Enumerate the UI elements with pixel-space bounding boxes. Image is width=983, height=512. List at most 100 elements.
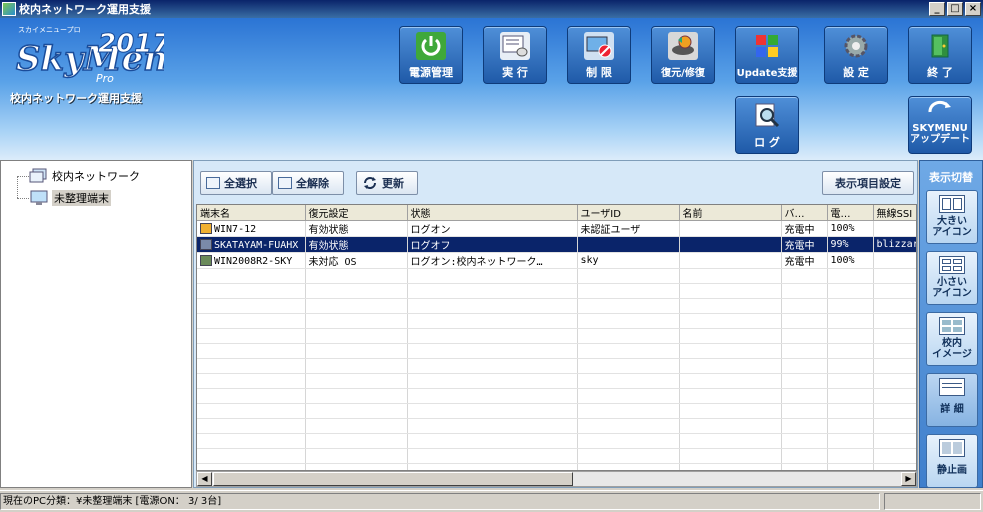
skymenu-update-button[interactable]: SKYMENU アップデート [908, 96, 972, 154]
empty-table-row [197, 343, 916, 359]
maximize-button[interactable]: □ [947, 2, 963, 16]
refresh-label: 更新 [382, 177, 404, 190]
large-icons-icon [939, 195, 965, 213]
restore-button[interactable]: 復元/修復 [651, 26, 715, 84]
table-cell-battery: 充電中 [781, 220, 828, 237]
column-header-power[interactable]: 電… [827, 205, 874, 221]
table-cell-status: ログオフ [407, 236, 578, 253]
restrict-button[interactable]: 制 限 [567, 26, 631, 84]
table-header-row: 端末名 復元設定 状態 ユーザID 名前 バ… 電… 無線SSI [197, 205, 916, 221]
title-bar: 校内ネットワーク運用支援 _ □ × [0, 0, 983, 18]
terminal-table[interactable]: 端末名 復元設定 状態 ユーザID 名前 バ… 電… 無線SSI WIN7-12… [196, 204, 917, 471]
empty-table-row [197, 418, 916, 434]
exit-label: 終 了 [927, 66, 953, 79]
refresh-button[interactable]: 更新 [356, 171, 418, 195]
scroll-left-icon[interactable]: ◀ [197, 472, 212, 486]
cell-text: 充電中 [784, 241, 815, 252]
empty-table-row [197, 373, 916, 389]
update-icon [752, 32, 782, 60]
scrollbar-thumb[interactable] [213, 472, 573, 486]
view-small-icons-button[interactable]: 小さい アイコン [926, 251, 978, 305]
deselect-all-icon [278, 177, 292, 189]
tree-item-label: 未整理端末 [52, 190, 111, 206]
cell-text: 未認証ユーザ [580, 225, 641, 236]
cell-text: ログオフ [410, 241, 451, 252]
select-all-label: 全選択 [224, 177, 257, 190]
table-row[interactable]: SKATAYAM-FUAHX 有効状態 ログオフ 充電中 99% blizzar [197, 236, 917, 253]
header-banner: スカイメニュープロ SkyMenu 2017 Pro 校内ネットワーク運用支援 … [0, 18, 983, 160]
deselect-all-button[interactable]: 全解除 [272, 171, 344, 195]
select-all-button[interactable]: 全選択 [200, 171, 272, 195]
table-cell-restore: 未対応 OS [305, 252, 408, 269]
scroll-right-icon[interactable]: ▶ [901, 472, 916, 486]
empty-table-row [197, 328, 916, 344]
view-label: 小さい アイコン [932, 277, 972, 299]
run-label: 実 行 [502, 66, 528, 79]
settings-button[interactable]: 設 定 [824, 26, 888, 84]
table-cell-status: ログオン:校内ネットワーク… [407, 252, 578, 269]
status-bar: 現在のPC分類：¥未整理端末 [電源ON： 3/ 3台] [0, 490, 983, 512]
table-row[interactable]: WIN2008R2-SKY 未対応 OS ログオン:校内ネットワーク… sky 充電中 1… [197, 252, 916, 269]
skymenu-update-label-2: アップデート [910, 134, 970, 145]
table-cell-power: 100% [827, 252, 874, 269]
column-header-user-id[interactable]: ユーザID [577, 205, 680, 221]
terminal-icon [200, 254, 212, 266]
display-settings-label: 表示項目設定 [835, 177, 901, 190]
tree-item-label: 校内ネットワーク [52, 170, 140, 183]
run-button[interactable]: 実 行 [483, 26, 547, 84]
column-header-status[interactable]: 状態 [407, 205, 578, 221]
view-details-button[interactable]: 詳 細 [926, 373, 978, 427]
view-switch-title: 表示切替 [929, 171, 973, 184]
empty-table-row [197, 433, 916, 449]
tree-item-school-network[interactable]: 校内ネットワーク [29, 167, 140, 185]
empty-table-row [197, 298, 916, 314]
terminal-icon [200, 238, 212, 250]
column-header-fullname[interactable]: 名前 [679, 205, 782, 221]
display-settings-button[interactable]: 表示項目設定 [822, 171, 914, 195]
cell-text: 充電中 [784, 225, 815, 236]
empty-table-row [197, 403, 916, 419]
column-header-name[interactable]: 端末名 [197, 205, 306, 221]
network-tree[interactable]: 校内ネットワーク 未整理端末 [0, 160, 192, 488]
cell-text: 充電中 [784, 257, 815, 268]
table-cell-battery: 充電中 [781, 252, 828, 269]
cell-text: 未対応 OS [308, 257, 357, 268]
skymenu-update-label-1: SKYMENU [912, 123, 968, 134]
cell-text: SKATAYAM-FUAHX [214, 239, 299, 251]
skymenu-update-icon [925, 100, 955, 122]
view-still-image-button[interactable]: 静止画 [926, 434, 978, 488]
column-header-battery[interactable]: バ… [781, 205, 828, 221]
status-pane-extra [884, 493, 981, 510]
log-button[interactable]: ロ グ [735, 96, 799, 154]
power-management-button[interactable]: 電源管理 [399, 26, 463, 84]
close-button[interactable]: × [965, 2, 981, 16]
view-large-icons-button[interactable]: 大きい アイコン [926, 190, 978, 244]
column-header-ssid[interactable]: 無線SSI [873, 205, 916, 221]
column-header-restore[interactable]: 復元設定 [305, 205, 408, 221]
power-management-label: 電源管理 [409, 66, 453, 79]
svg-text:2017: 2017 [98, 29, 164, 59]
empty-table-row [197, 388, 916, 404]
table-cell-fullname [679, 220, 782, 237]
exit-button[interactable]: 終 了 [908, 26, 972, 84]
empty-table-row [197, 448, 916, 464]
details-list-icon [939, 378, 965, 396]
view-school-image-button[interactable]: 校内 イメージ [926, 312, 978, 366]
cell-text: WIN2008R2-SKY [214, 255, 293, 267]
update-support-button[interactable]: Update支援 [735, 26, 799, 84]
table-cell-user: 未認証ユーザ [577, 220, 680, 237]
cell-text: blizzar [876, 239, 917, 250]
update-support-label: Update支援 [736, 68, 798, 79]
view-label: 大きい アイコン [932, 216, 972, 238]
cell-text: 100% [830, 223, 855, 234]
tree-item-unsorted-terminals[interactable]: 未整理端末 [29, 189, 111, 207]
table-row[interactable]: WIN7-12 有効状態 ログオン 未認証ユーザ 充電中 100% [197, 220, 916, 237]
network-computer-icon [29, 168, 47, 183]
restrict-icon [584, 32, 614, 60]
horizontal-scrollbar[interactable]: ◀ ▶ [196, 471, 917, 487]
minimize-button[interactable]: _ [929, 2, 945, 16]
view-label: 校内 イメージ [932, 338, 972, 360]
table-cell-user [577, 236, 680, 253]
restrict-label: 制 限 [586, 66, 612, 79]
gear-icon [841, 32, 871, 60]
